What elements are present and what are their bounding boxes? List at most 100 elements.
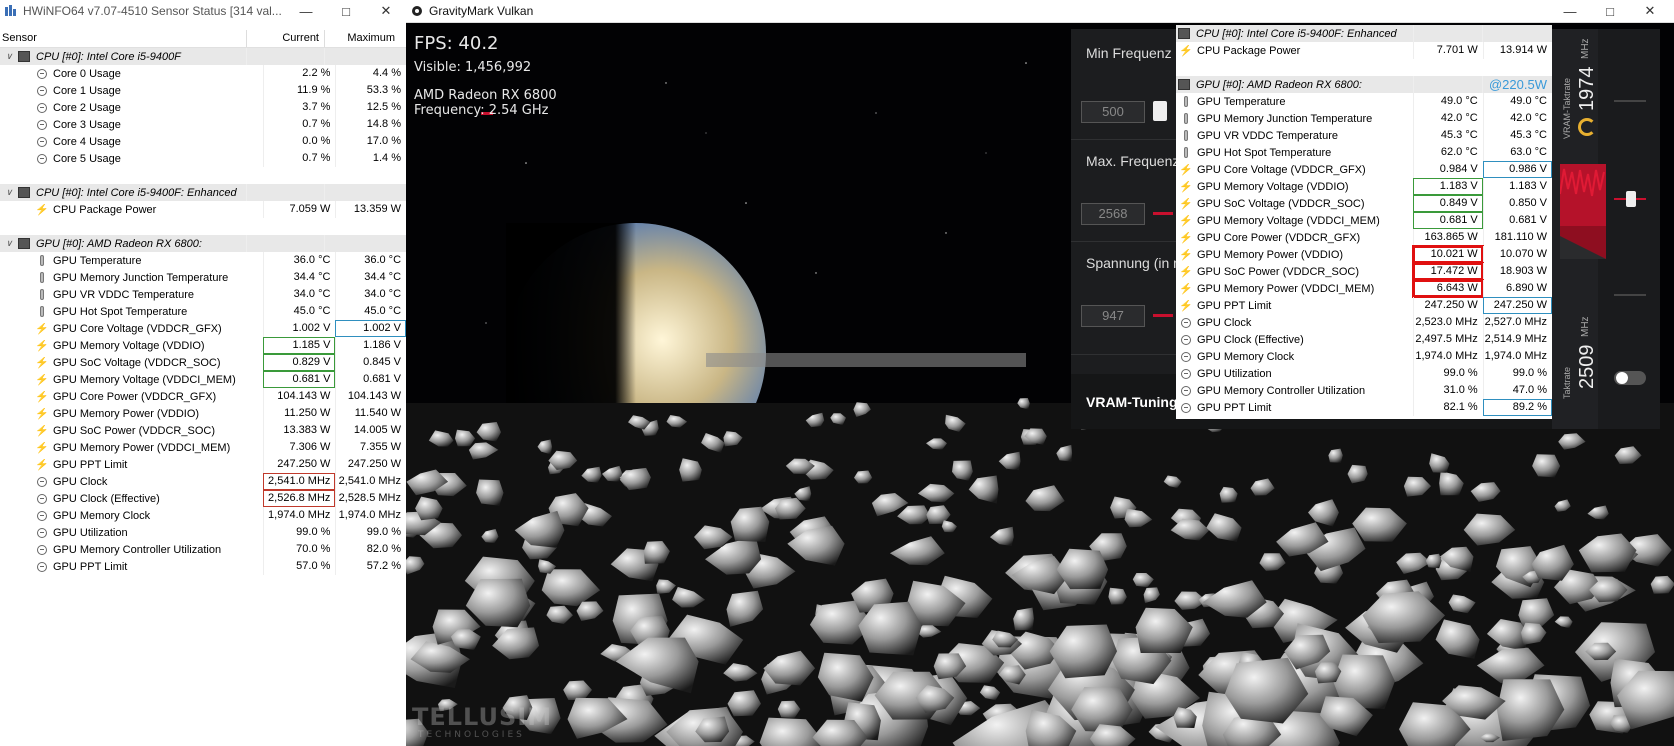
sensor-row[interactable]: GPU PPT Limit 82.1 % 89.2 %	[1176, 399, 1552, 416]
sensor-row[interactable]: GPU VR VDDC Temperature 34.0 °C 34.0 °C	[0, 286, 406, 303]
sensor-row[interactable]: ⚡ GPU Memory Power (VDDIO) 11.250 W 11.540 …	[0, 405, 406, 422]
maximum-value: 49.0 °C	[1482, 93, 1552, 110]
maximum-value: 2,514.9 MHz	[1482, 331, 1552, 348]
sensor-label: Core 5 Usage	[53, 152, 121, 165]
voltage-slider[interactable]	[1153, 314, 1173, 317]
gravitymark-titlebar[interactable]: GravityMark Vulkan — □ ✕	[406, 0, 1674, 23]
sensor-row[interactable]: ⚡ GPU Memory Voltage (VDDIO) 1.183 V 1.183 …	[1176, 178, 1552, 195]
sensor-row[interactable]: ⚡ GPU SoC Power (VDDCR_SOC) 13.383 W 14.005…	[0, 422, 406, 439]
sensor-row[interactable]: GPU Utilization 99.0 % 99.0 %	[0, 524, 406, 541]
sensor-row[interactable]: GPU Memory Junction Temperature 34.4 °C 34…	[0, 269, 406, 286]
maximum-value: 2,528.5 MHz	[335, 490, 406, 507]
hwinfo-titlebar[interactable]: HWiNFO64 v7.07-4510 Sensor Status [314 v…	[0, 0, 406, 22]
sensor-row[interactable]: GPU Clock (Effective) 2,497.5 MHz 2,514.9 …	[1176, 331, 1552, 348]
sensor-row[interactable]: GPU Utilization 99.0 % 99.0 %	[1176, 365, 1552, 382]
maximum-value: 13.359 W	[335, 201, 406, 218]
sensor-row[interactable]: ⚡ GPU Core Voltage (VDDCR_GFX) 0.984 V 0.98…	[1176, 161, 1552, 178]
sensor-row[interactable]: GPU Memory Controller Utilization 31.0 % 4…	[1176, 382, 1552, 399]
sensor-row[interactable]: GPU Hot Spot Temperature 45.0 °C 45.0 °C	[0, 303, 406, 320]
lightning-icon: ⚡	[1179, 248, 1193, 261]
sensor-row[interactable]: ⚡ GPU Memory Voltage (VDDIO) 1.185 V 1.186 …	[0, 337, 406, 354]
sensor-row[interactable]: ⚡ GPU Memory Power (VDDCI_MEM) 7.306 W 7.35…	[0, 439, 406, 456]
sensor-group-row[interactable]: CPU [#0]: Intel Core i5-9400F: Enhanced	[1176, 25, 1552, 42]
sensor-row[interactable]: ⚡ GPU Memory Power (VDDCI_MEM) 6.643 W 6.89…	[1176, 279, 1552, 298]
maximum-value: 1.186 V	[335, 337, 406, 354]
sensor-group-row[interactable]: ∨ CPU [#0]: Intel Core i5-9400F: Enhanced	[0, 184, 406, 201]
sensor-row[interactable]: ⚡ GPU Memory Power (VDDIO) 10.021 W 10.070 …	[1176, 245, 1552, 264]
maximum-value: 1.4 %	[335, 150, 406, 167]
maximum-value: 0.850 V	[1482, 195, 1552, 212]
min-frequency-slider-handle[interactable]	[1153, 101, 1167, 121]
sensor-row[interactable]: GPU Memory Clock 1,974.0 MHz 1,974.0 MHz	[0, 507, 406, 524]
sensor-group-row[interactable]: GPU [#0]: AMD Radeon RX 6800: @220.5W	[1176, 76, 1552, 93]
vram-tuning-toggle[interactable]	[1614, 371, 1646, 385]
sensor-group-row[interactable]: ∨ CPU [#0]: Intel Core i5-9400F	[0, 48, 406, 65]
sensor-group-row[interactable]: ∨ GPU [#0]: AMD Radeon RX 6800:	[0, 235, 406, 252]
sensor-row[interactable]: GPU Clock 2,541.0 MHz 2,541.0 MHz	[0, 473, 406, 490]
maximize-button[interactable]: □	[326, 0, 366, 22]
sensor-row[interactable]: ⚡ GPU Core Power (VDDCR_GFX) 163.865 W 181.…	[1176, 229, 1552, 246]
gm-maximize-button[interactable]: □	[1590, 0, 1630, 22]
sensor-row[interactable]: GPU Clock (Effective) 2,526.8 MHz 2,528.5 …	[0, 490, 406, 507]
min-frequency-input[interactable]: 500	[1081, 101, 1145, 123]
sensor-row[interactable]: GPU Hot Spot Temperature 62.0 °C 63.0 °C	[1176, 144, 1552, 161]
sensor-row[interactable]: ⚡ GPU SoC Voltage (VDDCR_SOC) 0.849 V 0.850…	[1176, 195, 1552, 212]
sensor-row[interactable]: GPU VR VDDC Temperature 45.3 °C 45.3 °C	[1176, 127, 1552, 144]
sensor-label: GPU Memory Controller Utilization	[53, 543, 222, 556]
chip-icon	[18, 238, 30, 249]
sensor-row[interactable]: ⚡ CPU Package Power 7.059 W 13.359 W	[0, 201, 406, 218]
sensor-row[interactable]: GPU Memory Controller Utilization 70.0 % 8…	[0, 541, 406, 558]
sensor-row[interactable]: ⚡ GPU SoC Power (VDDCR_SOC) 17.472 W 18.903…	[1176, 262, 1552, 281]
max-frequency-slider[interactable]	[1153, 212, 1173, 215]
collapse-chevron-icon[interactable]: ∨	[4, 238, 14, 249]
sensor-label: GPU Memory Power (VDDIO)	[53, 407, 200, 420]
usage-icon	[36, 119, 48, 131]
hwinfo-window: HWiNFO64 v7.07-4510 Sensor Status [314 v…	[0, 0, 407, 746]
sensor-row[interactable]: ⚡ GPU PPT Limit 247.250 W 247.250 W	[0, 456, 406, 473]
sensor-row[interactable]: GPU Temperature 36.0 °C 36.0 °C	[0, 252, 406, 269]
sensor-row[interactable]: ⚡ GPU Memory Voltage (VDDCI_MEM) 0.681 V 0.…	[1176, 212, 1552, 229]
sensor-row[interactable]: Core 0 Usage 2.2 % 4.4 %	[0, 65, 406, 82]
sensor-column-header[interactable]: Sensor	[0, 30, 246, 47]
sensor-row[interactable]: ⚡ GPU PPT Limit 247.250 W 247.250 W	[1176, 297, 1552, 314]
sensor-row[interactable]: ⚡ CPU Package Power 7.701 W 13.914 W	[1176, 42, 1552, 59]
current-column-header[interactable]: Current	[246, 30, 324, 47]
gm-close-button[interactable]: ✕	[1630, 0, 1670, 22]
minimize-icon: —	[1563, 3, 1577, 19]
sensor-row[interactable]: ⚡ GPU SoC Voltage (VDDCR_SOC) 0.829 V 0.845…	[0, 354, 406, 371]
voltage-input[interactable]: 947	[1081, 305, 1145, 327]
sensor-label: GPU Core Voltage (VDDCR_GFX)	[1197, 163, 1366, 176]
maximum-value: 247.250 W	[335, 456, 406, 473]
clock-slider-handle[interactable]	[1626, 191, 1636, 207]
collapse-chevron-icon[interactable]: ∨	[4, 187, 14, 198]
sensor-row[interactable]: Core 3 Usage 0.7 % 14.8 %	[0, 116, 406, 133]
sensor-row[interactable]: GPU Clock 2,523.0 MHz 2,527.0 MHz	[1176, 314, 1552, 331]
sensor-label: GPU Core Power (VDDCR_GFX)	[1197, 231, 1361, 244]
sensor-row[interactable]: Core 2 Usage 3.7 % 12.5 %	[0, 99, 406, 116]
close-button[interactable]: ✕	[366, 0, 406, 22]
sensor-row[interactable]: GPU Memory Clock 1,974.0 MHz 1,974.0 MHz	[1176, 348, 1552, 365]
sensor-row[interactable]: ⚡ GPU Core Power (VDDCR_GFX) 104.143 W 104.…	[0, 388, 406, 405]
sensor-row[interactable]: Core 4 Usage 0.0 % 17.0 %	[0, 133, 406, 150]
collapse-chevron-icon[interactable]: ∨	[4, 51, 14, 62]
thermometer-icon	[36, 289, 48, 301]
sensor-row[interactable]: GPU Memory Junction Temperature 42.0 °C 42…	[1176, 110, 1552, 127]
maximum-value: 63.0 °C	[1482, 144, 1552, 161]
minimize-button[interactable]: —	[286, 0, 326, 22]
maximum-value: 11.540 W	[335, 405, 406, 422]
current-value: 7.059 W	[262, 201, 335, 218]
sensor-row[interactable]: Core 1 Usage 11.9 % 53.3 %	[0, 82, 406, 99]
gm-minimize-button[interactable]: —	[1550, 0, 1590, 22]
hwinfo-window-title: HWiNFO64 v7.07-4510 Sensor Status [314 v…	[23, 4, 282, 18]
sensor-row[interactable]: ⚡ GPU Core Voltage (VDDCR_GFX) 1.002 V 1.00…	[0, 320, 407, 337]
sensor-label: GPU Utilization	[1197, 367, 1272, 380]
maximum-column-header[interactable]: Maximum	[324, 30, 400, 47]
sensor-row[interactable]: ⚡ GPU Memory Voltage (VDDCI_MEM) 0.681 V 0.…	[0, 371, 406, 388]
gravitymark-window-title: GravityMark Vulkan	[429, 4, 534, 18]
sensor-row[interactable]: GPU PPT Limit 57.0 % 57.2 %	[0, 558, 406, 575]
sensor-row[interactable]: GPU Temperature 49.0 °C 49.0 °C	[1176, 93, 1552, 110]
close-icon: ✕	[380, 3, 392, 18]
current-value: 104.143 W	[262, 388, 335, 405]
max-frequency-input[interactable]: 2568	[1081, 203, 1145, 225]
sensor-row[interactable]: Core 5 Usage 0.7 % 1.4 %	[0, 150, 406, 167]
